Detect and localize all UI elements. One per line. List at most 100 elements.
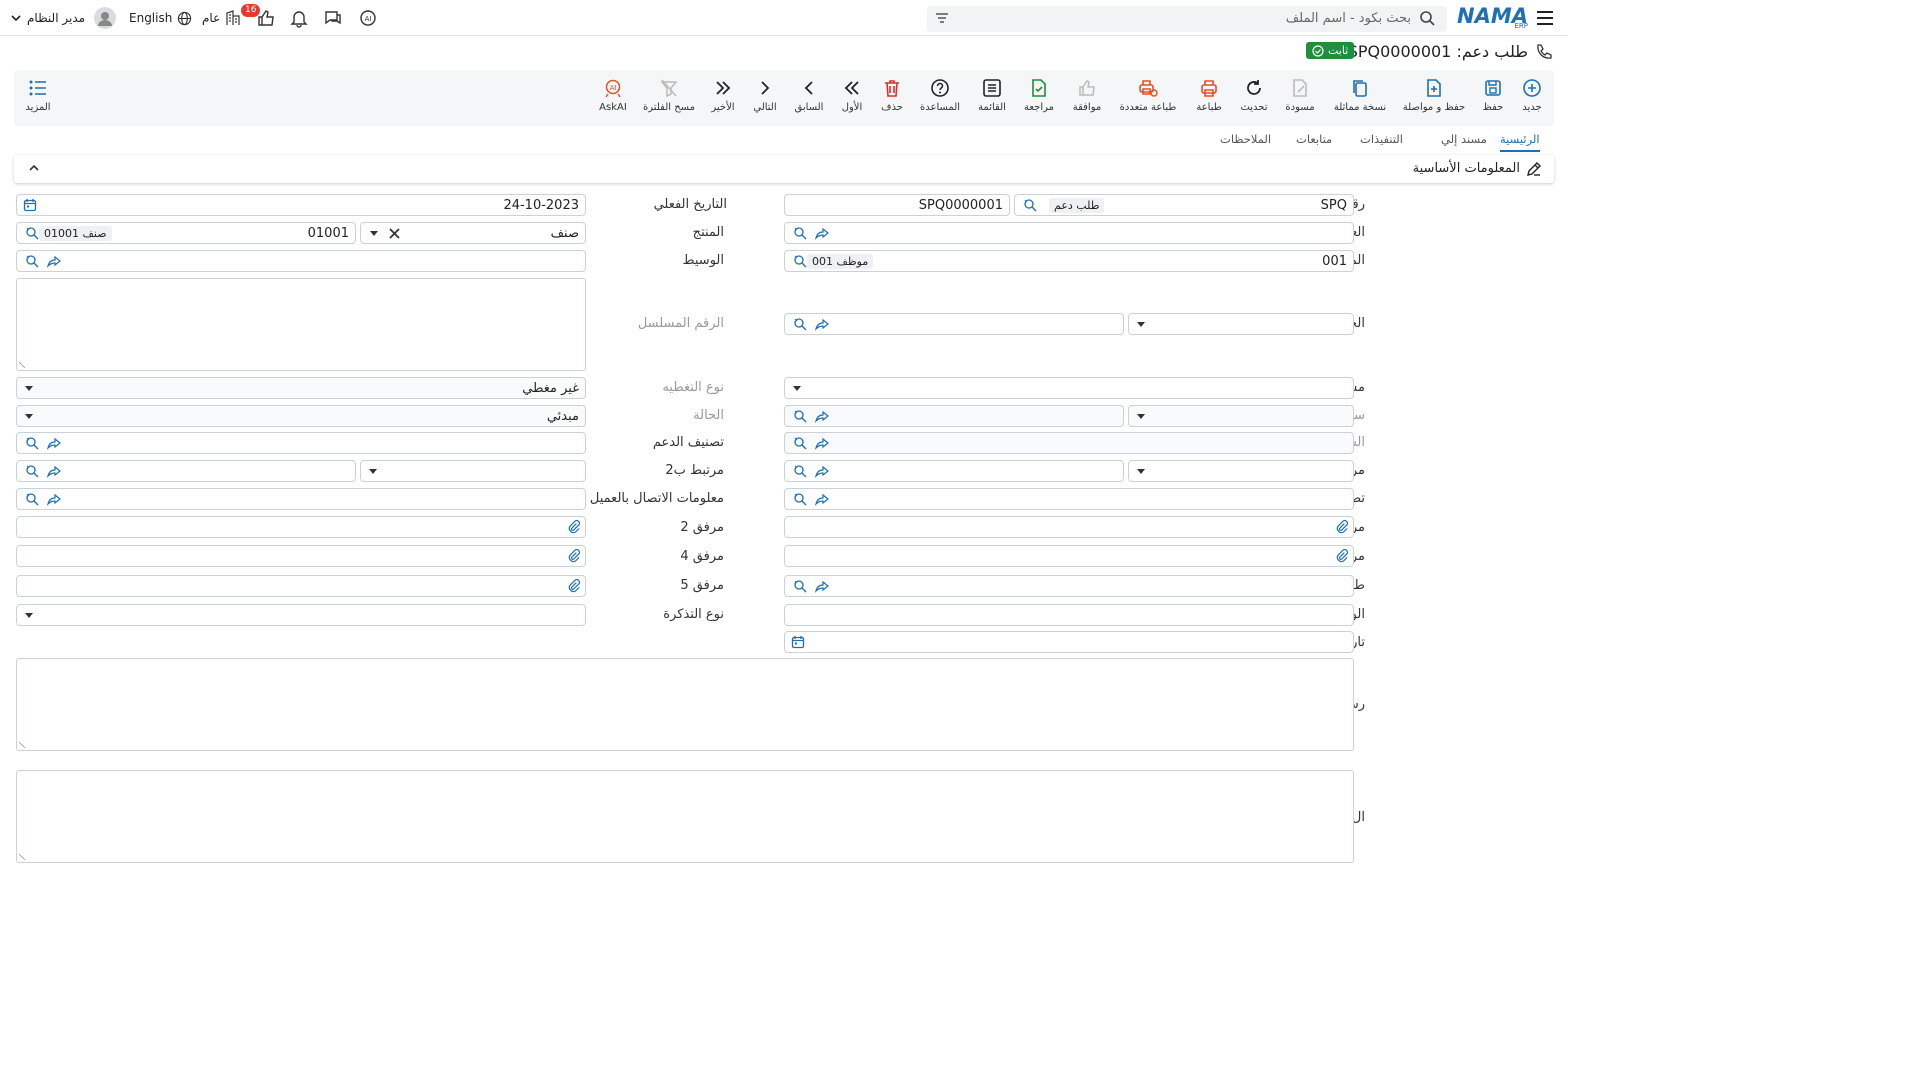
paperclip-icon[interactable] (566, 578, 581, 593)
copy-button[interactable]: نسخة مماثلة (1328, 78, 1392, 113)
caret-down-icon[interactable] (1136, 466, 1146, 476)
chat-icon[interactable] (323, 0, 343, 36)
attach2-field[interactable] (16, 516, 586, 538)
calendar-icon[interactable] (791, 635, 805, 649)
multi-print-button[interactable]: طباعة متعددة (1116, 78, 1180, 113)
doc-code-field[interactable]: SPQ0000001 (784, 194, 1010, 216)
tab-2[interactable]: مسند إلي (1441, 132, 1487, 146)
caret-down-icon[interactable] (792, 383, 802, 393)
product-type-field[interactable]: صنف (360, 222, 586, 244)
share-icon[interactable] (815, 226, 829, 240)
general-selector[interactable]: عام (202, 0, 241, 36)
approvals-icon[interactable]: 16 (241, 0, 276, 36)
search-lookup-icon[interactable] (25, 254, 39, 268)
related2-field[interactable] (16, 460, 356, 482)
search-lookup-icon[interactable] (1023, 198, 1037, 212)
search-lookup-icon[interactable] (25, 436, 39, 450)
paperclip-icon[interactable] (1334, 519, 1349, 534)
caret-down-icon[interactable] (1136, 319, 1146, 329)
tab-3[interactable]: التنفيذات (1360, 132, 1403, 146)
attach5-field[interactable] (16, 575, 586, 597)
search-lookup-icon[interactable] (793, 226, 807, 240)
paperclip-icon[interactable] (1334, 548, 1349, 563)
ticket-type-select[interactable] (16, 604, 586, 626)
caret-down-icon[interactable] (369, 228, 379, 238)
coverage-doc-field[interactable] (784, 405, 1124, 427)
product-field[interactable]: 01001 صنف 01001 (16, 222, 356, 244)
complaint-field[interactable] (784, 432, 1354, 454)
search-lookup-icon[interactable] (793, 436, 807, 450)
contact-field[interactable] (16, 488, 586, 510)
error-msg-textarea[interactable] (16, 658, 1354, 751)
search-lookup-icon[interactable] (793, 317, 807, 331)
attach1-field[interactable] (784, 516, 1354, 538)
related1-type-select[interactable] (1128, 460, 1354, 482)
employee-field[interactable]: 001 موظف 001 (784, 250, 1354, 272)
share-icon[interactable] (47, 436, 61, 450)
clear-icon[interactable] (389, 228, 400, 239)
caret-down-icon[interactable] (1136, 411, 1146, 421)
related1-field[interactable] (784, 460, 1124, 482)
share-icon[interactable] (815, 436, 829, 450)
tab-4[interactable]: متابعات (1296, 132, 1332, 146)
tab-1[interactable]: الرئيسية (1500, 132, 1540, 152)
print-button[interactable]: طباعة (1177, 78, 1241, 113)
external-field[interactable] (784, 313, 1124, 335)
caret-down-icon[interactable] (24, 610, 34, 620)
search-lookup-icon[interactable] (25, 464, 39, 478)
related2-type-select[interactable] (360, 460, 586, 482)
share-icon[interactable] (47, 254, 61, 268)
search-lookup-icon[interactable] (793, 409, 807, 423)
serial-textarea[interactable] (16, 278, 586, 371)
search-lookup-icon[interactable] (793, 464, 807, 478)
clear-filter-button[interactable]: مسح الفلترة (637, 78, 701, 113)
actual-date-field[interactable]: 24-10-2023 (16, 194, 586, 216)
difficulty-select[interactable] (784, 377, 1354, 399)
attach3-field[interactable] (784, 545, 1354, 567)
coverage-type-select[interactable]: غير مغطي (16, 377, 586, 399)
caret-down-icon[interactable] (24, 383, 34, 393)
share-icon[interactable] (815, 492, 829, 506)
search-lookup-icon[interactable] (25, 492, 39, 506)
share-icon[interactable] (815, 409, 829, 423)
weight-field[interactable] (784, 604, 1354, 626)
chevron-up-icon[interactable] (28, 163, 40, 173)
section-header[interactable]: المعلومات الأساسية (14, 155, 1554, 183)
customer-field[interactable] (784, 222, 1354, 244)
save-button[interactable]: حفظ (1461, 78, 1525, 113)
escalate-field[interactable] (784, 488, 1354, 510)
language-selector[interactable]: English (129, 0, 192, 36)
bell-icon[interactable] (290, 0, 308, 36)
more-button[interactable]: المزيد (6, 78, 70, 113)
ai-button[interactable]: AI AskAI (581, 78, 645, 113)
user-menu[interactable]: مدير النظام (10, 0, 117, 36)
save-continue-button[interactable]: حفظ و مواصلة (1402, 78, 1466, 113)
search-input[interactable]: بحث بكود - اسم الملف (927, 6, 1447, 32)
search-lookup-icon[interactable] (793, 492, 807, 506)
paperclip-icon[interactable] (566, 519, 581, 534)
broker-field[interactable] (16, 250, 586, 272)
support-class-field[interactable] (16, 432, 586, 454)
share-icon[interactable] (815, 317, 829, 331)
attach4-field[interactable] (16, 545, 586, 567)
search-lookup-icon[interactable] (793, 579, 807, 593)
caret-down-icon[interactable] (24, 411, 34, 421)
coverage-doc-type-select[interactable] (1128, 405, 1354, 427)
menu-icon[interactable] (1536, 0, 1554, 36)
search-lookup-icon[interactable] (793, 254, 807, 268)
doc-type-field[interactable]: SPQ طلب دعم (1014, 194, 1354, 216)
caret-down-icon[interactable] (368, 466, 378, 476)
tab-5[interactable]: الملاحظات (1220, 132, 1271, 146)
calendar-icon[interactable] (23, 198, 37, 212)
paperclip-icon[interactable] (566, 548, 581, 563)
share-icon[interactable] (47, 492, 61, 506)
search-lookup-icon[interactable] (25, 226, 39, 240)
share-icon[interactable] (815, 579, 829, 593)
filter-icon[interactable] (935, 11, 949, 25)
dev-request-field[interactable] (784, 575, 1354, 597)
share-icon[interactable] (815, 464, 829, 478)
status-select[interactable]: مبدئي (16, 405, 586, 427)
log-textarea[interactable] (16, 770, 1354, 863)
share-icon[interactable] (47, 464, 61, 478)
ai-assistant-icon[interactable]: AI (358, 0, 378, 36)
